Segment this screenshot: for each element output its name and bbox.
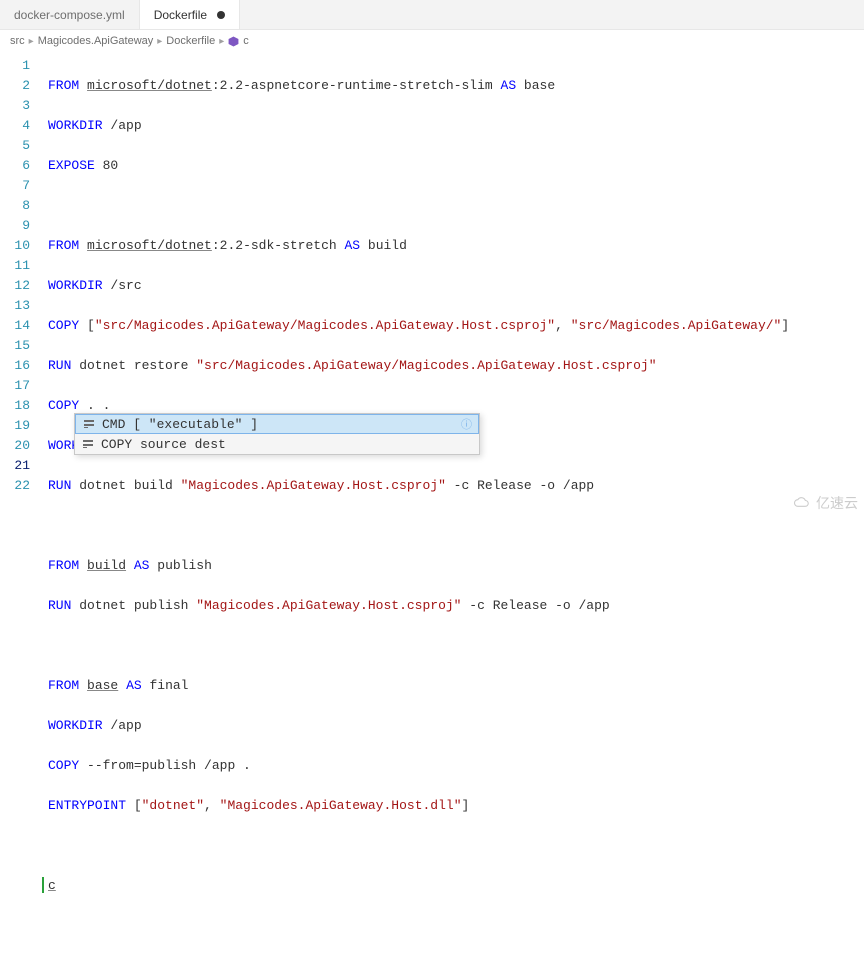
suggest-label: COPY source dest <box>101 437 226 452</box>
breadcrumb-item[interactable]: c <box>228 35 249 47</box>
chevron-right-icon: ▸ <box>157 36 162 47</box>
info-icon[interactable]: ⓘ <box>461 416 472 432</box>
breadcrumb: src ▸ Magicodes.ApiGateway ▸ Dockerfile … <box>0 30 864 52</box>
tab-label: docker-compose.yml <box>14 8 125 22</box>
cube-icon <box>228 36 239 47</box>
suggest-item-cmd[interactable]: CMD [ "executable" ] ⓘ <box>75 414 479 434</box>
tab-bar: docker-compose.yml Dockerfile <box>0 0 864 30</box>
cloud-icon <box>792 496 812 510</box>
dirty-indicator-icon <box>217 11 225 19</box>
suggest-item-copy[interactable]: COPY source dest <box>75 434 479 454</box>
tab-dockerfile[interactable]: Dockerfile <box>140 0 240 29</box>
chevron-right-icon: ▸ <box>29 36 34 47</box>
intellisense-popup[interactable]: CMD [ "executable" ] ⓘ COPY source dest <box>74 413 480 455</box>
snippet-icon <box>82 418 96 430</box>
breadcrumb-item[interactable]: Magicodes.ApiGateway <box>38 35 154 47</box>
tab-docker-compose[interactable]: docker-compose.yml <box>0 0 140 29</box>
watermark: 亿速云 <box>792 493 858 513</box>
tab-label: Dockerfile <box>154 8 207 22</box>
breadcrumb-item[interactable]: src <box>10 35 25 47</box>
breadcrumb-item[interactable]: Dockerfile <box>166 35 215 47</box>
suggest-label: CMD [ "executable" ] <box>102 417 258 432</box>
snippet-icon <box>81 438 95 450</box>
line-gutter: 12345678910111213141516171819202122 <box>0 52 48 519</box>
chevron-right-icon: ▸ <box>219 36 224 47</box>
